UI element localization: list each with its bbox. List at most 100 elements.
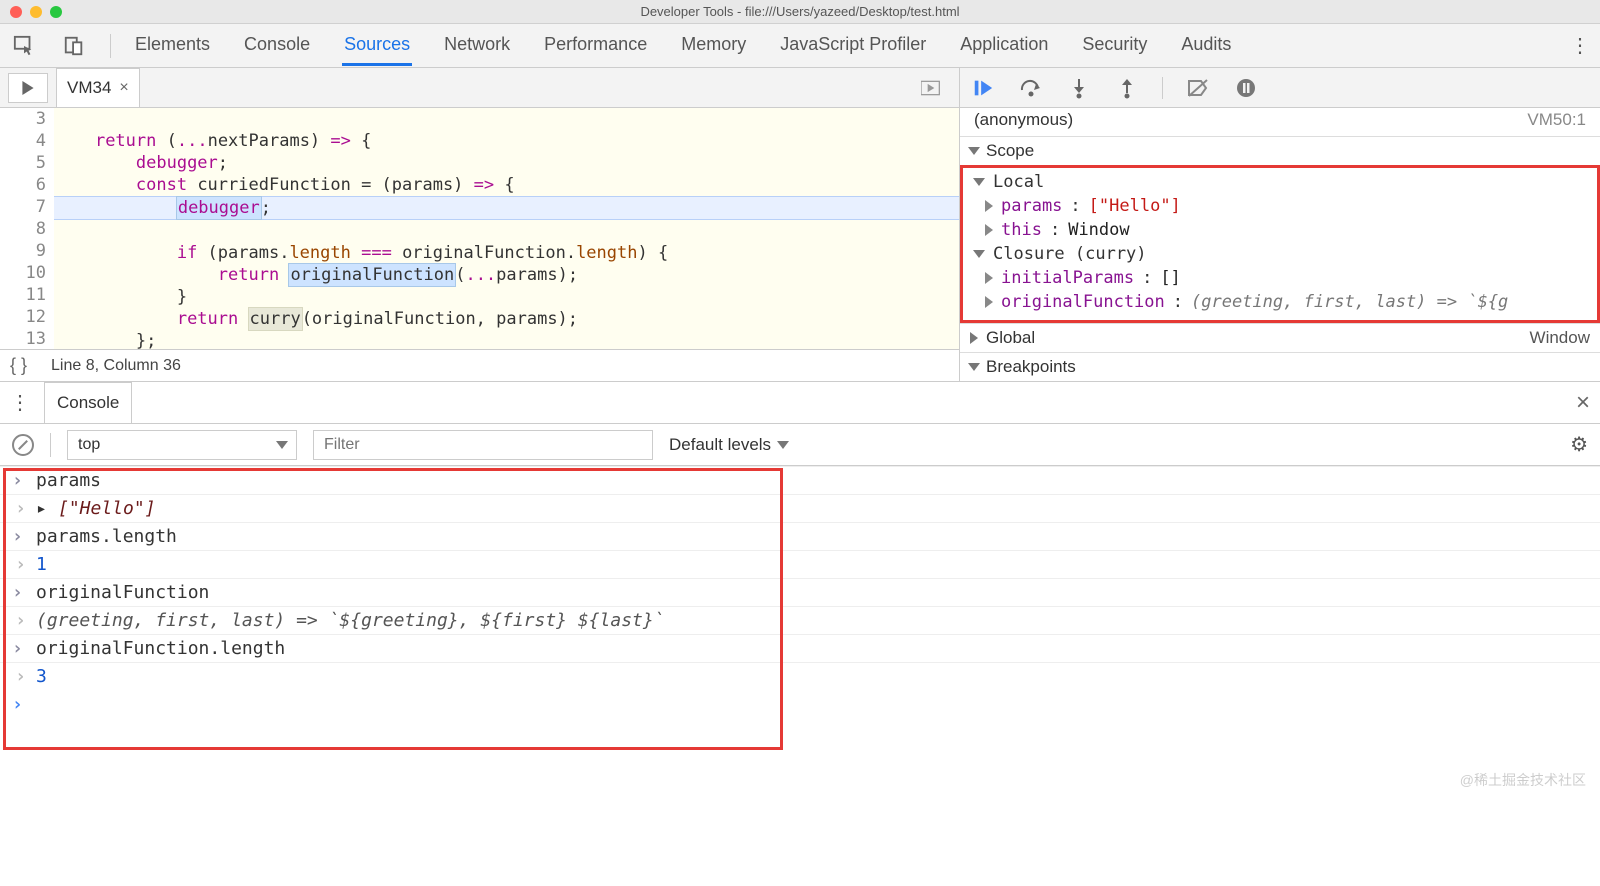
- scope-var-this[interactable]: this: Window: [963, 218, 1597, 242]
- close-window-icon[interactable]: [10, 6, 22, 18]
- scope-body: Local params: ["Hello"] this: Window Clo…: [960, 165, 1600, 323]
- line-gutter: 34567891011121314: [0, 108, 54, 349]
- code-line: const curriedFunction = (params) => {: [54, 175, 515, 195]
- close-tab-icon[interactable]: ×: [119, 79, 128, 97]
- chevron-down-icon: [968, 363, 980, 371]
- scope-closure-header[interactable]: Closure (curry): [963, 242, 1597, 266]
- context-select[interactable]: top: [67, 430, 297, 460]
- cursor-position: Line 8, Column 36: [51, 357, 181, 375]
- device-toolbar-icon[interactable]: [60, 32, 88, 60]
- console-output: ›params ‹▸["Hello"] ›params.length ‹1 ›o…: [0, 466, 1600, 725]
- log-levels-select[interactable]: Default levels: [669, 435, 789, 455]
- tab-memory[interactable]: Memory: [679, 26, 748, 66]
- tab-js-profiler[interactable]: JavaScript Profiler: [778, 26, 928, 66]
- code-line-current: debugger;: [54, 196, 959, 220]
- divider: [50, 433, 51, 457]
- code-line: };: [54, 331, 156, 349]
- chevron-down-icon: [973, 250, 985, 258]
- console-output-row[interactable]: ‹▸["Hello"]: [0, 494, 1600, 522]
- scope-global[interactable]: Global Window: [960, 323, 1600, 352]
- drawer-tab-console[interactable]: Console: [44, 382, 132, 423]
- code-line: }: [54, 287, 187, 307]
- debugger-sidebar: (anonymous) VM50:1 Scope Local params: […: [960, 68, 1600, 381]
- close-drawer-icon[interactable]: ×: [1576, 389, 1590, 417]
- console-input-row[interactable]: ›params: [0, 466, 1600, 494]
- tab-sources[interactable]: Sources: [342, 26, 412, 66]
- code-line: return originalFunction(...params);: [54, 265, 578, 285]
- tab-elements[interactable]: Elements: [133, 26, 212, 66]
- breakpoints-header[interactable]: Breakpoints: [960, 352, 1600, 381]
- maximize-window-icon[interactable]: [50, 6, 62, 18]
- console-output-row[interactable]: ‹(greeting, first, last) => `${greeting}…: [0, 606, 1600, 634]
- chevron-right-icon: [985, 296, 993, 308]
- code-line: if (params.length === originalFunction.l…: [54, 243, 668, 263]
- pause-on-exceptions-icon[interactable]: [1233, 75, 1259, 101]
- chevron-down-icon: [276, 441, 288, 449]
- resume-icon[interactable]: [970, 75, 996, 101]
- scope-section: Scope Local params: ["Hello"] this: Wind…: [960, 136, 1600, 381]
- step-into-icon[interactable]: [1066, 75, 1092, 101]
- source-tabs: VM34 ×: [0, 68, 959, 108]
- tab-security[interactable]: Security: [1080, 26, 1149, 66]
- inspect-element-icon[interactable]: [10, 32, 38, 60]
- settings-icon[interactable]: ⚙: [1570, 432, 1588, 457]
- chevron-right-icon: [985, 272, 993, 284]
- traffic-lights: [10, 6, 62, 18]
- continue-to-here-icon[interactable]: [911, 73, 951, 103]
- tab-performance[interactable]: Performance: [542, 26, 649, 66]
- drawer-tabstrip: ⋮ Console ×: [0, 382, 1600, 424]
- console-prompt[interactable]: ›: [0, 690, 1600, 719]
- drawer-menu-icon[interactable]: ⋮: [10, 390, 30, 415]
- callstack-frame[interactable]: (anonymous) VM50:1: [960, 108, 1600, 136]
- console-input-row[interactable]: ›originalFunction.length: [0, 634, 1600, 662]
- console-output-row[interactable]: ‹1: [0, 550, 1600, 578]
- minimize-window-icon[interactable]: [30, 6, 42, 18]
- step-out-icon[interactable]: [1114, 75, 1140, 101]
- scope-header[interactable]: Scope: [960, 137, 1600, 165]
- tab-network[interactable]: Network: [442, 26, 512, 66]
- clear-console-icon[interactable]: [12, 434, 34, 456]
- debugger-toolbar: [960, 68, 1600, 108]
- code-editor[interactable]: 34567891011121314 return (...nextParams)…: [0, 108, 959, 349]
- scope-var-originalfunction[interactable]: originalFunction: (greeting, first, last…: [963, 290, 1597, 314]
- main-tabs: Elements Console Sources Network Perform…: [133, 26, 1548, 66]
- window-titlebar: Developer Tools - file:///Users/yazeed/D…: [0, 0, 1600, 24]
- code-line: return curry(originalFunction, params);: [54, 309, 578, 329]
- frame-location: VM50:1: [1527, 110, 1586, 130]
- editor-pane: VM34 × 34567891011121314 return (...next…: [0, 68, 960, 381]
- editor-status: { } Line 8, Column 36: [0, 349, 959, 381]
- console-output-row[interactable]: ‹3: [0, 662, 1600, 690]
- chevron-right-icon: [985, 200, 993, 212]
- console-input-row[interactable]: ›params.length: [0, 522, 1600, 550]
- scope-local-header[interactable]: Local: [963, 170, 1597, 194]
- chevron-right-icon: [970, 332, 978, 344]
- devtools-tabstrip: Elements Console Sources Network Perform…: [0, 24, 1600, 68]
- code-lines: return (...nextParams) => { debugger; co…: [54, 108, 959, 349]
- more-menu-icon[interactable]: ⋮: [1570, 33, 1590, 58]
- pretty-print-icon[interactable]: { }: [10, 355, 27, 376]
- run-snippet-icon[interactable]: [8, 73, 48, 103]
- tab-console[interactable]: Console: [242, 26, 312, 66]
- watermark: @稀土掘金技术社区: [1460, 770, 1586, 790]
- scope-var-params[interactable]: params: ["Hello"]: [963, 194, 1597, 218]
- file-tab-vm34[interactable]: VM34 ×: [56, 68, 140, 107]
- context-value: top: [78, 436, 100, 454]
- tab-audits[interactable]: Audits: [1179, 26, 1233, 66]
- chevron-down-icon: [777, 441, 789, 449]
- divider: [110, 34, 111, 58]
- deactivate-breakpoints-icon[interactable]: [1185, 75, 1211, 101]
- sources-panel: VM34 × 34567891011121314 return (...next…: [0, 68, 1600, 382]
- tab-application[interactable]: Application: [958, 26, 1050, 66]
- chevron-down-icon: [973, 178, 985, 186]
- scope-var-initialparams[interactable]: initialParams: []: [963, 266, 1597, 290]
- console-input-row[interactable]: ›originalFunction: [0, 578, 1600, 606]
- filter-input[interactable]: [313, 430, 653, 460]
- step-over-icon[interactable]: [1018, 75, 1044, 101]
- chevron-down-icon: [968, 147, 980, 155]
- file-tab-label: VM34: [67, 78, 111, 98]
- code-line: return (...nextParams) => {: [54, 131, 371, 151]
- console-toolbar: top Default levels ⚙: [0, 424, 1600, 466]
- chevron-right-icon: [985, 224, 993, 236]
- window-title: Developer Tools - file:///Users/yazeed/D…: [0, 4, 1600, 19]
- divider: [1162, 77, 1163, 99]
